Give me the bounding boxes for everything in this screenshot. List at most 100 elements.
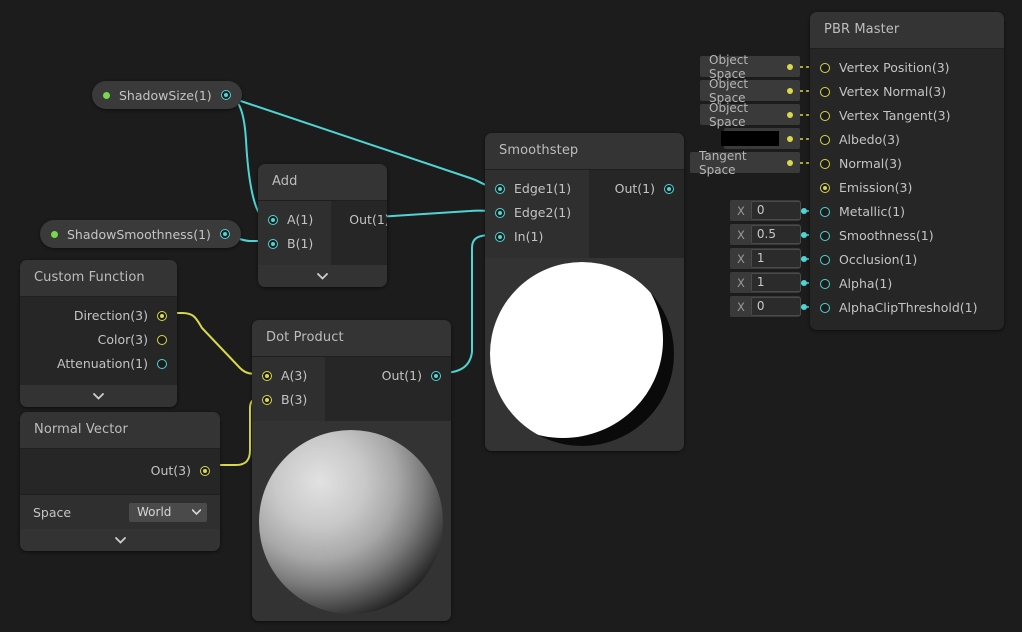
space-dropdown[interactable]: World (129, 502, 207, 522)
number-input-wrapper[interactable]: X 0 (737, 297, 801, 316)
port-dot[interactable] (820, 279, 830, 289)
slot-occlusion[interactable]: Occlusion(1) (810, 248, 1004, 272)
collapse-toggle[interactable] (20, 385, 177, 407)
number-input[interactable]: 1 (750, 249, 801, 268)
node-add[interactable]: Add A(1) B(1) Out(1) (258, 164, 387, 287)
port-edge2[interactable]: Edge2(1) (485, 201, 589, 225)
port-attenuation[interactable]: Attenuation(1) (20, 352, 177, 376)
property-output-port[interactable] (220, 90, 231, 100)
port-b[interactable]: B(3) (252, 388, 325, 412)
port-dot[interactable] (157, 311, 167, 321)
number-input-wrapper[interactable]: X 0 (737, 201, 801, 220)
port-dot[interactable] (431, 371, 441, 381)
alpha-number-field[interactable]: X 1 (730, 272, 807, 293)
vertex-position-space-field[interactable]: Object Space (700, 53, 800, 81)
slot-emission[interactable]: Emission(3) (810, 176, 1004, 200)
port-color[interactable]: Color(3) (20, 328, 177, 352)
port-out[interactable]: Out(1) (597, 177, 684, 201)
port-out[interactable]: Out(3) (20, 459, 220, 483)
port-dot[interactable] (820, 63, 830, 73)
port-dot[interactable] (820, 183, 830, 193)
field-port-dot (800, 207, 807, 214)
number-input-wrapper[interactable]: X 0.5 (737, 225, 801, 244)
node-dot-product[interactable]: Dot Product A(3) B(3) Out(1) (252, 320, 451, 621)
port-label: A(1) (287, 211, 314, 227)
slot-smoothness[interactable]: Smoothness(1) (810, 224, 1004, 248)
port-dot[interactable] (820, 135, 830, 145)
node-body: A(1) B(1) Out(1) (258, 201, 387, 265)
slot-albedo[interactable]: Albedo(3) (810, 128, 1004, 152)
slot-label: Alpha(1) (839, 275, 893, 291)
port-dot[interactable] (268, 215, 278, 225)
shadow-size-property[interactable]: ShadowSize(1) (92, 81, 242, 109)
slot-alpha-clip-threshold[interactable]: AlphaClipThreshold(1) (810, 296, 1004, 320)
port-dot[interactable] (820, 111, 830, 121)
port-dot[interactable] (157, 359, 167, 369)
port-dot[interactable] (262, 371, 272, 381)
number-input[interactable]: 0.5 (750, 225, 801, 244)
port-dot[interactable] (268, 239, 278, 249)
node-preview-smoothstep (485, 258, 684, 451)
number-input-wrapper[interactable]: X 1 (737, 273, 801, 292)
port-in[interactable]: In(1) (485, 225, 589, 249)
collapse-toggle[interactable] (258, 265, 387, 287)
port-out[interactable]: Out(1) (331, 208, 387, 232)
port-dot[interactable] (820, 255, 830, 265)
slot-alpha[interactable]: Alpha(1) (810, 272, 1004, 296)
vertex-tangent-space-field[interactable]: Object Space (700, 101, 800, 129)
port-dot[interactable] (820, 159, 830, 169)
port-out[interactable]: Out(1) (364, 364, 451, 388)
port-dot[interactable] (200, 466, 210, 476)
port-dot[interactable] (820, 303, 830, 313)
slot-label: Albedo(3) (839, 131, 900, 147)
port-dot[interactable] (495, 184, 505, 194)
slot-label: Smoothness(1) (839, 227, 934, 243)
port-b[interactable]: B(1) (258, 232, 331, 256)
vertex-normal-space-field[interactable]: Object Space (700, 77, 800, 105)
node-normal-vector[interactable]: Normal Vector Out(3) Space World (20, 412, 220, 551)
port-dot[interactable] (820, 231, 830, 241)
albedo-color-swatch[interactable] (721, 131, 779, 146)
number-input[interactable]: 0 (750, 297, 801, 316)
property-output-port[interactable] (219, 229, 230, 239)
chevron-down-icon (317, 272, 328, 280)
slot-vertex-normal[interactable]: Vertex Normal(3) (810, 80, 1004, 104)
node-pbr-master[interactable]: PBR Master Vertex Position(3) Vertex Nor… (810, 12, 1004, 330)
shadow-smoothness-property[interactable]: ShadowSmoothness(1) (40, 220, 241, 248)
port-dot[interactable] (664, 184, 674, 194)
alpha-clip-threshold-number-field[interactable]: X 0 (730, 296, 807, 317)
port-dot[interactable] (157, 335, 167, 345)
port-label: Edge2(1) (514, 204, 572, 220)
port-label: Direction(3) (73, 307, 148, 323)
port-edge1[interactable]: Edge1(1) (485, 177, 589, 201)
port-a[interactable]: A(3) (252, 364, 325, 388)
number-input-wrapper[interactable]: X 1 (737, 249, 801, 268)
node-custom-function[interactable]: Custom Function Direction(3) Color(3) At… (20, 260, 177, 407)
node-smoothstep[interactable]: Smoothstep Edge1(1) Edge2(1) In(1) Out(1… (485, 133, 684, 451)
collapse-toggle[interactable] (20, 529, 220, 551)
port-dot[interactable] (820, 207, 830, 217)
port-a[interactable]: A(1) (258, 208, 331, 232)
normal-space-field[interactable]: Tangent Space (690, 149, 800, 177)
port-dot[interactable] (262, 395, 272, 405)
number-input[interactable]: 1 (750, 273, 801, 292)
slot-normal[interactable]: Normal(3) (810, 152, 1004, 176)
field-port-dot (787, 87, 793, 94)
port-dot[interactable] (495, 232, 505, 242)
albedo-color-field[interactable] (721, 128, 800, 149)
smoothness-number-field[interactable]: X 0.5 (730, 224, 807, 245)
port-direction[interactable]: Direction(3) (20, 304, 177, 328)
port-dot[interactable] (820, 87, 830, 97)
slot-vertex-position[interactable]: Vertex Position(3) (810, 56, 1004, 80)
slot-vertex-tangent[interactable]: Vertex Tangent(3) (810, 104, 1004, 128)
metallic-number-field[interactable]: X 0 (730, 200, 807, 221)
preview-sphere-shaded (252, 421, 451, 621)
field-port-dot (800, 303, 807, 310)
slot-metallic[interactable]: Metallic(1) (810, 200, 1004, 224)
slot-label: AlphaClipThreshold(1) (839, 299, 978, 315)
shader-graph-canvas[interactable]: ShadowSize(1) ShadowSmoothness(1) Add A(… (0, 0, 1022, 632)
slot-label: Vertex Tangent(3) (839, 107, 951, 123)
number-input[interactable]: 0 (750, 201, 801, 220)
occlusion-number-field[interactable]: X 1 (730, 248, 807, 269)
port-dot[interactable] (495, 208, 505, 218)
